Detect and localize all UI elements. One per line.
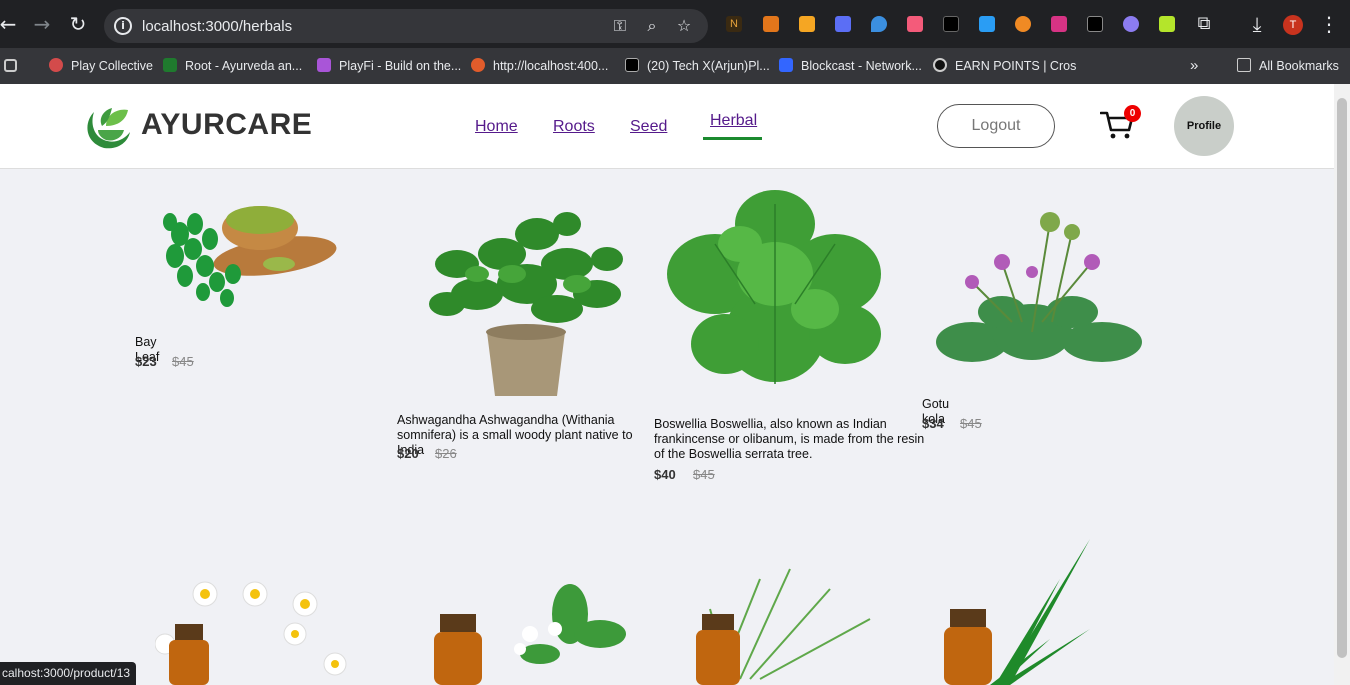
- extension-icon[interactable]: [1159, 16, 1175, 32]
- drop-icon[interactable]: [871, 16, 887, 32]
- extension-icon[interactable]: [1015, 16, 1031, 32]
- product-old-price: $45: [960, 416, 982, 431]
- bookmarks-overflow-icon[interactable]: »: [1190, 56, 1198, 76]
- bookmark-item[interactable]: http://localhost:400...: [471, 56, 608, 76]
- extension-icon[interactable]: [1123, 16, 1139, 32]
- extension-icon[interactable]: [799, 16, 815, 32]
- product-image[interactable]: [417, 204, 633, 404]
- nav-roots[interactable]: Roots: [553, 118, 595, 136]
- product-image[interactable]: [430, 574, 630, 685]
- bookmark-item[interactable]: Blockcast - Network...: [779, 56, 922, 76]
- product-old-price: $26: [435, 446, 457, 461]
- forward-arrow-icon[interactable]: →: [30, 12, 54, 36]
- password-key-icon[interactable]: ⚿: [610, 16, 630, 36]
- x-icon[interactable]: [943, 16, 959, 32]
- zoom-icon[interactable]: ⌕: [642, 16, 662, 36]
- product-image[interactable]: [680, 559, 880, 685]
- profile-avatar[interactable]: T: [1283, 15, 1303, 35]
- product-price: $23: [135, 354, 157, 369]
- product-image[interactable]: [655, 184, 895, 396]
- bookmark-item[interactable]: (20) Tech X(Arjun)Pl...: [625, 56, 770, 76]
- product-price: $20: [397, 446, 419, 461]
- page-scrollbar[interactable]: [1334, 84, 1350, 685]
- extension-icon[interactable]: [907, 16, 923, 32]
- nav-herbal[interactable]: Herbal: [710, 112, 757, 130]
- apps-grid-icon[interactable]: [4, 56, 25, 76]
- scrollbar-thumb[interactable]: [1337, 98, 1347, 658]
- active-nav-indicator: [703, 137, 762, 140]
- product-old-price: $45: [172, 354, 194, 369]
- site-header: AYURCARE Home Roots Seed Herbal Logout 0…: [0, 84, 1334, 169]
- extension-icon[interactable]: [1051, 16, 1067, 32]
- bookmark-item[interactable]: Play Collective: [49, 56, 153, 76]
- menu-kebab-icon[interactable]: ⋮: [1317, 12, 1341, 36]
- all-bookmarks[interactable]: All Bookmarks: [1237, 56, 1339, 76]
- address-url[interactable]: localhost:3000/herbals: [142, 18, 292, 35]
- product-name[interactable]: Boswellia Boswellia, also known as India…: [654, 417, 934, 462]
- bookmarks-bar: Play Collective Root - Ayurveda an... Pl…: [0, 48, 1350, 84]
- link-status-bubble: calhost:3000/product/13: [0, 662, 137, 685]
- back-arrow-icon[interactable]: ←: [0, 12, 20, 36]
- extensions-puzzle-icon[interactable]: ⧉: [1192, 12, 1216, 36]
- bookmark-item[interactable]: PlayFi - Build on the...: [317, 56, 461, 76]
- profile-button[interactable]: Profile: [1174, 96, 1234, 156]
- web-page: AYURCARE Home Roots Seed Herbal Logout 0…: [0, 84, 1334, 685]
- bookmark-star-icon[interactable]: ☆: [674, 16, 694, 36]
- brand-name[interactable]: AYURCARE: [141, 108, 312, 142]
- cart-count-badge: 0: [1124, 105, 1141, 122]
- extension-icon[interactable]: [979, 16, 995, 32]
- extension-icon[interactable]: [835, 16, 851, 32]
- product-price: $34: [922, 416, 944, 431]
- product-old-price: $45: [693, 467, 715, 482]
- ayurcare-logo-icon: [87, 108, 130, 149]
- product-image[interactable]: [155, 564, 355, 685]
- site-info-icon[interactable]: i: [114, 17, 132, 35]
- metamask-icon[interactable]: [763, 16, 779, 32]
- extension-icon[interactable]: [1087, 16, 1103, 32]
- download-icon[interactable]: ⤓: [1245, 12, 1269, 36]
- bookmark-item[interactable]: Root - Ayurveda an...: [163, 56, 302, 76]
- nav-seed[interactable]: Seed: [630, 118, 667, 136]
- browser-toolbar: ← → ↻ i localhost:3000/herbals ⚿ ⌕ ☆ N ⧉…: [0, 0, 1350, 48]
- bookmark-item[interactable]: EARN POINTS | Cros: [933, 56, 1076, 76]
- product-price: $40: [654, 467, 676, 482]
- address-bar[interactable]: i localhost:3000/herbals ⚿ ⌕ ☆: [104, 9, 708, 43]
- product-image[interactable]: [932, 202, 1146, 376]
- logout-button[interactable]: Logout: [937, 104, 1055, 148]
- nav-home[interactable]: Home: [475, 118, 518, 136]
- product-image[interactable]: [155, 194, 345, 319]
- extension-icon[interactable]: N: [726, 16, 742, 32]
- reload-icon[interactable]: ↻: [66, 12, 90, 36]
- product-image[interactable]: [940, 539, 1100, 685]
